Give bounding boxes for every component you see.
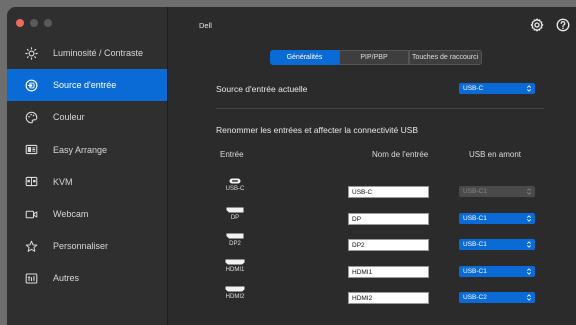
usb-upstream-select[interactable]: USB-C2 [459, 292, 535, 303]
sidebar-item-label: Personnaliser [53, 241, 109, 252]
chevron-up-down-icon [526, 241, 532, 248]
zoom-window-button[interactable] [44, 19, 52, 27]
chevron-up-down-icon [526, 294, 532, 301]
gear-icon[interactable] [530, 18, 544, 32]
sidebar-item-input-source[interactable]: Source d'entrée [7, 69, 167, 102]
sidebar: Luminosité / Contraste Source d'entrée C… [7, 7, 168, 325]
star-icon [23, 238, 39, 254]
sidebar-item-label: Webcam [53, 209, 89, 220]
usb-c-port-icon [229, 178, 241, 184]
layout-icon [23, 142, 39, 158]
column-header-name: Nom de l'entrée [372, 150, 429, 159]
color-palette-icon [23, 109, 39, 125]
help-icon[interactable] [556, 18, 570, 32]
chevron-up-down-icon [526, 268, 532, 275]
sidebar-item-label: KVM [53, 176, 73, 187]
column-header-input: Entrée [220, 150, 244, 159]
port-dp: DP [220, 207, 250, 221]
sidebar-item-label: Source d'entrée [53, 80, 117, 91]
sidebar-item-color[interactable]: Couleur [7, 101, 167, 133]
chevron-up-down-icon [526, 85, 532, 92]
usb-upstream-select[interactable]: USB-C1 [459, 213, 535, 224]
port-dp2: DP2 [220, 233, 250, 247]
current-source-label: Source d'entrée actuelle [216, 84, 308, 94]
webcam-icon [23, 206, 39, 222]
column-header-usb: USB en amont [469, 150, 522, 159]
tab-pip-pbp[interactable]: PIP/PBP [339, 50, 409, 65]
chevron-up-down-icon [526, 215, 532, 222]
kvm-icon [23, 174, 39, 190]
current-source-select[interactable]: USB-C [459, 83, 535, 94]
others-icon [23, 270, 39, 286]
hdmi-port-icon [225, 259, 245, 265]
sidebar-item-kvm[interactable]: KVM [7, 166, 167, 198]
chevron-up-down-icon [526, 188, 532, 195]
sidebar-item-others[interactable]: Autres [7, 262, 167, 294]
app-title: Dell [199, 21, 212, 30]
input-source-icon [23, 77, 39, 93]
usb-upstream-select[interactable]: USB-C1 [459, 266, 535, 277]
usb-upstream-select[interactable]: USB-C1 [459, 239, 535, 250]
sidebar-item-label: Autres [53, 273, 80, 284]
sidebar-item-personalize[interactable]: Personnaliser [7, 230, 167, 262]
sidebar-item-easy-arrange[interactable]: Easy Arrange [7, 134, 167, 166]
sidebar-item-label: Luminosité / Contraste [53, 48, 144, 59]
sidebar-item-brightness-contrast[interactable]: Luminosité / Contraste [7, 37, 167, 69]
tab-shortcut-keys[interactable]: Touches de raccourci [409, 50, 482, 65]
sidebar-item-webcam[interactable]: Webcam [7, 198, 167, 230]
port-usb-c: USB-C [220, 178, 250, 192]
sidebar-nav: Luminosité / Contraste Source d'entrée C… [7, 37, 167, 295]
displayport-icon [226, 233, 244, 239]
displayport-icon [226, 207, 244, 213]
window-controls [16, 19, 52, 27]
sidebar-item-label: Easy Arrange [53, 144, 108, 155]
close-window-button[interactable] [16, 19, 24, 27]
input-name-field[interactable]: HDMI2 [348, 292, 429, 304]
input-name-field[interactable]: USB-C [348, 186, 429, 198]
input-name-field[interactable]: DP2 [348, 239, 429, 251]
app-window: Luminosité / Contraste Source d'entrée C… [7, 7, 576, 325]
port-hdmi2: HDMI2 [220, 286, 250, 300]
section-divider [216, 108, 544, 109]
tab-general[interactable]: Généralités [270, 50, 339, 65]
main-panel: Dell Généralités PIP/PBP Touches de racc… [168, 7, 576, 325]
tab-bar: Généralités PIP/PBP Touches de raccourci [270, 50, 482, 65]
usb-upstream-select[interactable]: USB-C1 [459, 186, 535, 197]
rename-section-title: Renommer les entrées et affecter la conn… [216, 125, 419, 135]
input-name-field[interactable]: DP [348, 213, 429, 225]
port-hdmi1: HDMI1 [220, 259, 250, 273]
sidebar-item-label: Couleur [53, 112, 85, 123]
sun-icon [23, 45, 39, 61]
hdmi-port-icon [225, 286, 245, 292]
input-name-field[interactable]: HDMI1 [348, 266, 429, 278]
minimize-window-button[interactable] [30, 19, 38, 27]
